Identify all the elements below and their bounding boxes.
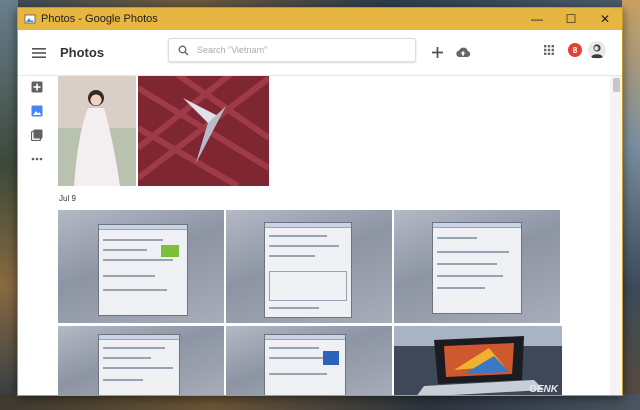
hamburger-icon <box>32 47 46 58</box>
cpu-z-dialog-image <box>432 222 522 314</box>
apps-grid-icon <box>544 45 554 55</box>
photo-thumbnail[interactable] <box>58 76 136 186</box>
watermark: GENK <box>529 384 558 395</box>
desktop-right-edge <box>622 0 640 410</box>
photo-thumbnail[interactable] <box>138 76 269 186</box>
photo-thumbnail[interactable] <box>58 326 224 395</box>
window-title: Photos - Google Photos <box>41 13 158 25</box>
photo-grid: Jul 9 GENK <box>58 76 612 395</box>
photo-thumbnail[interactable]: GENK <box>394 326 562 395</box>
app-header: Photos 8 <box>18 30 622 76</box>
more-icon <box>31 157 43 161</box>
minimize-button[interactable]: — <box>520 8 554 30</box>
plus-icon <box>431 46 443 58</box>
cpu-z-dialog-image <box>264 222 352 318</box>
sidebar-item-assistant[interactable] <box>18 76 56 98</box>
sidebar-item-albums[interactable] <box>18 124 56 146</box>
date-section-label: Jul 9 <box>59 194 76 203</box>
sidebar-item-photos[interactable] <box>18 100 56 122</box>
search-box[interactable] <box>168 38 416 62</box>
desktop-left-edge <box>0 0 18 410</box>
maximize-button[interactable]: ☐ <box>554 8 588 30</box>
create-button[interactable] <box>424 41 450 63</box>
app-title[interactable]: Photos <box>60 45 104 60</box>
cpu-z-dialog-image <box>98 224 188 316</box>
apps-button[interactable] <box>536 39 562 61</box>
photos-icon <box>31 105 43 117</box>
scrollbar-thumb[interactable] <box>613 78 620 92</box>
sidebar-item-more[interactable] <box>18 148 56 170</box>
desktop-bottom-edge <box>0 394 640 410</box>
browser-window: Photos - Google Photos — ☐ ✕ Photos Sear… <box>17 7 623 396</box>
search-icon[interactable] <box>169 45 197 56</box>
photo-thumbnail[interactable] <box>226 326 392 395</box>
notifications-badge[interactable]: 8 <box>568 43 582 57</box>
albums-icon <box>31 129 43 141</box>
title-bar[interactable]: Photos - Google Photos — ☐ ✕ <box>18 8 622 30</box>
photo-thumbnail[interactable] <box>226 210 392 323</box>
upload-button[interactable] <box>450 41 476 63</box>
scrollbar[interactable] <box>610 76 622 395</box>
avatar[interactable] <box>588 41 606 59</box>
close-button[interactable]: ✕ <box>588 8 622 30</box>
photo-thumbnail[interactable] <box>394 210 560 323</box>
sidebar <box>18 76 56 172</box>
cloud-upload-icon <box>456 47 471 57</box>
cpu-z-dialog-image <box>264 334 346 395</box>
cpu-z-dialog-image <box>98 334 180 395</box>
photo-thumbnail[interactable] <box>58 210 224 323</box>
menu-button[interactable] <box>20 30 58 76</box>
search-input[interactable] <box>197 45 397 55</box>
photos-app-icon <box>24 13 36 25</box>
add-icon <box>31 81 43 93</box>
